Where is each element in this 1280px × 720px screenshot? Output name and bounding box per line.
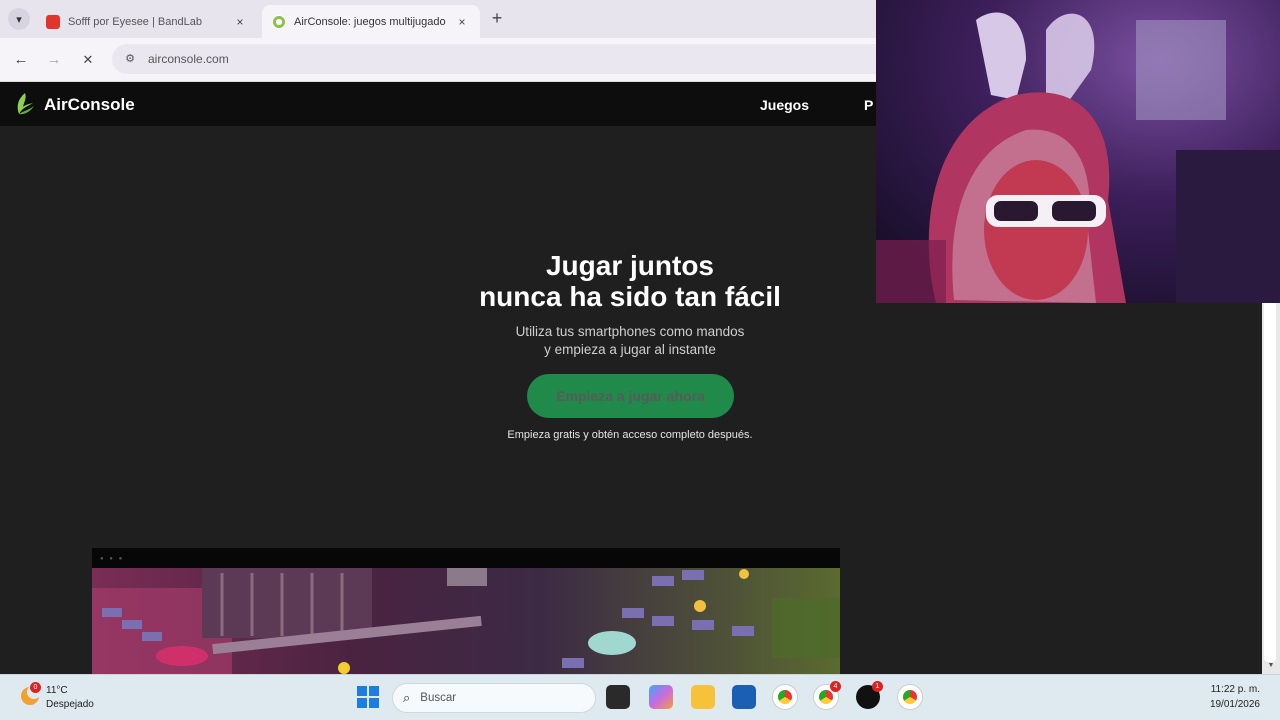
game-preview-image[interactable] — [92, 568, 840, 674]
weather-temperature[interactable]: 11°C — [46, 685, 68, 696]
nav-link-partial[interactable]: P — [864, 97, 873, 113]
tab-airconsole[interactable]: AirConsole: juegos multijugado × — [262, 5, 480, 38]
hero-title-line1: Jugar juntos — [545, 250, 714, 281]
weather-badge: 0 — [30, 682, 41, 693]
nav-link-juegos[interactable]: Juegos — [760, 97, 809, 113]
search-icon: ⌕ — [403, 690, 411, 705]
clock-date[interactable]: 19/01/2026 — [1196, 699, 1260, 710]
url-text: airconsole.com — [148, 52, 229, 66]
close-icon[interactable]: × — [232, 15, 248, 29]
taskbar-search[interactable]: ⌕ Buscar — [392, 683, 596, 713]
airconsole-logo-icon[interactable] — [14, 92, 36, 116]
tab-title: AirConsole: juegos multijugado — [294, 15, 446, 28]
scrollbar-thumb[interactable] — [1264, 300, 1276, 662]
site-info-icon[interactable]: ⚙ — [122, 51, 138, 67]
start-playing-button[interactable]: Empieza a jugar ahora — [527, 374, 734, 418]
tab-title: Sofff por Eyesee | BandLab — [68, 15, 202, 28]
logo-text[interactable]: AirConsole — [44, 95, 135, 115]
windows-start-icon[interactable] — [357, 686, 379, 708]
stop-loading-button[interactable]: ✕ — [78, 50, 98, 70]
scroll-down-arrow-icon[interactable]: ▼ — [1262, 662, 1280, 674]
copilot-icon[interactable] — [649, 685, 673, 709]
hero-subtitle: Utiliza tus smartphones como mandos y em… — [430, 323, 830, 359]
windows-taskbar: 0 11°C Despejado ⌕ Buscar 4 1 11:22 p. m… — [0, 674, 1280, 720]
bandlab-favicon-icon — [46, 14, 60, 29]
notification-badge: 1 — [872, 681, 883, 692]
cta-note: Empieza gratis y obtén acceso completo d… — [507, 429, 753, 441]
chrome-second-profile-icon[interactable] — [898, 685, 922, 709]
webcam-overlay — [876, 0, 1280, 303]
file-explorer-icon[interactable] — [691, 685, 715, 709]
hero-title-line2: nunca ha sido tan fácil — [479, 281, 781, 312]
screen: ▾ Sofff por Eyesee | BandLab × AirConsol… — [0, 0, 1280, 720]
clock-time[interactable]: 11:22 p. m. — [1196, 684, 1260, 695]
task-view-icon[interactable] — [606, 685, 630, 709]
forward-button[interactable]: → — [44, 50, 64, 70]
airconsole-favicon-icon — [272, 14, 286, 29]
tab-search-chevron-icon[interactable]: ▾ — [8, 8, 30, 30]
search-placeholder: Buscar — [420, 692, 457, 704]
back-button[interactable]: ← — [11, 50, 31, 70]
chrome-icon[interactable] — [773, 685, 797, 709]
weather-description[interactable]: Despejado — [46, 699, 94, 710]
notification-badge: 4 — [830, 681, 841, 692]
hero-title: Jugar juntos nunca ha sido tan fácil — [380, 250, 880, 312]
microsoft-store-icon[interactable] — [732, 685, 756, 709]
window-dots: ● ● ● — [100, 556, 125, 562]
hero-subtitle-line2: y empieza a jugar al instante — [544, 342, 716, 357]
new-tab-button[interactable]: + — [486, 8, 508, 30]
hero-subtitle-line1: Utiliza tus smartphones como mandos — [515, 324, 745, 339]
tab-bandlab[interactable]: Sofff por Eyesee | BandLab × — [36, 5, 258, 38]
close-icon[interactable]: × — [454, 15, 470, 29]
